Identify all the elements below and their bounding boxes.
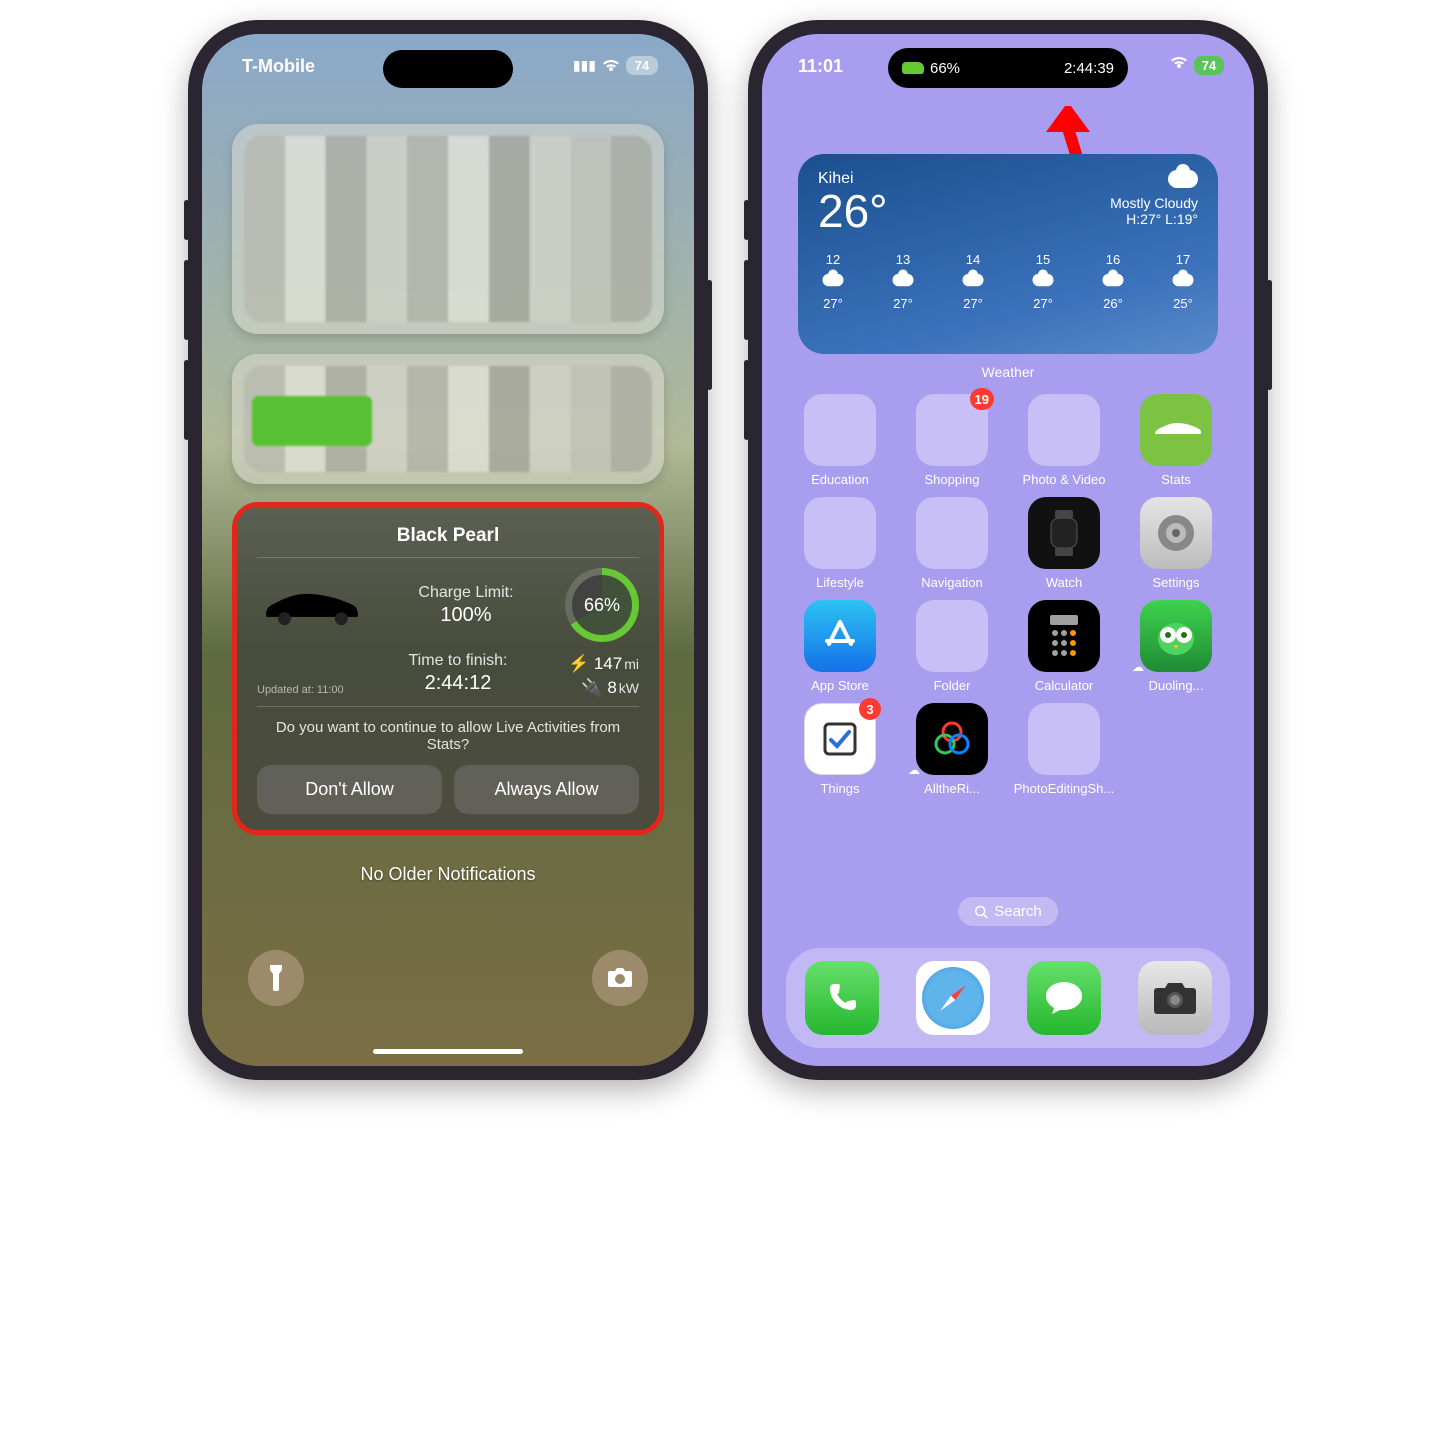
dock bbox=[786, 948, 1230, 1048]
dynamic-island[interactable] bbox=[383, 50, 513, 88]
phone-right: 11:01 66% 2:44:39 74 Kihei 26° Mostly Cl… bbox=[748, 20, 1268, 1080]
app-lifestyle[interactable]: Lifestyle bbox=[788, 497, 892, 590]
app-folder[interactable]: Folder bbox=[900, 600, 1004, 693]
app-grid: Education 19Shopping Photo & Video Stats… bbox=[788, 394, 1228, 796]
app-photoediting[interactable]: PhotoEditingSh... bbox=[1012, 703, 1116, 796]
car-icon bbox=[257, 582, 367, 628]
updated-label: Updated at: 11:00 bbox=[257, 684, 367, 700]
live-activity-title: Black Pearl bbox=[257, 525, 639, 547]
charge-limit-value: 100% bbox=[379, 604, 553, 627]
always-allow-button[interactable]: Always Allow bbox=[454, 765, 639, 814]
cloud-icon bbox=[1168, 170, 1198, 188]
live-activity-question: Do you want to continue to allow Live Ac… bbox=[257, 719, 639, 753]
app-alltherings[interactable]: ☁AlltheRi... bbox=[900, 703, 1004, 796]
app-calculator[interactable]: Calculator bbox=[1012, 600, 1116, 693]
battery-indicator: 74 bbox=[1194, 56, 1224, 75]
weather-condition: Mostly Cloudy bbox=[1110, 195, 1198, 211]
badge: 19 bbox=[970, 388, 994, 410]
charge-progress-ring: 66% bbox=[565, 568, 639, 642]
phone-left: T-Mobile ▮▮▮ 74 Black Pearl Charge Limit… bbox=[188, 20, 708, 1080]
weather-widget-label: Weather bbox=[762, 364, 1254, 380]
car-icon bbox=[902, 62, 924, 74]
cellular-icon: ▮▮▮ bbox=[573, 57, 596, 74]
dock-messages[interactable] bbox=[1027, 961, 1101, 1035]
island-timer: 2:44:39 bbox=[1064, 60, 1114, 77]
clock-label: 11:01 bbox=[798, 56, 843, 77]
charge-limit-label: Charge Limit: bbox=[379, 584, 553, 602]
weather-hourly: 1227°1327°1427°1527°1626°1725° bbox=[818, 252, 1198, 311]
time-to-finish-label: Time to finish: bbox=[379, 652, 537, 670]
app-settings[interactable]: Settings bbox=[1124, 497, 1228, 590]
dont-allow-button[interactable]: Don't Allow bbox=[257, 765, 442, 814]
range-power-stats: ⚡ 147mi 🔌 8kW bbox=[549, 652, 639, 700]
notification-blurred bbox=[232, 354, 664, 484]
app-education[interactable]: Education bbox=[788, 394, 892, 487]
spotlight-search-button[interactable]: Search bbox=[958, 897, 1058, 926]
battery-indicator: 74 bbox=[626, 56, 658, 75]
app-appstore[interactable]: App Store bbox=[788, 600, 892, 693]
dock-phone[interactable] bbox=[805, 961, 879, 1035]
dynamic-island-live[interactable]: 66% 2:44:39 bbox=[888, 48, 1128, 88]
island-percent: 66% bbox=[930, 60, 960, 77]
weather-widget[interactable]: Kihei 26° Mostly Cloudy H:27° L:19° 1227… bbox=[798, 154, 1218, 354]
app-watch[interactable]: Watch bbox=[1012, 497, 1116, 590]
flashlight-button[interactable] bbox=[248, 950, 304, 1006]
app-shopping[interactable]: 19Shopping bbox=[900, 394, 1004, 487]
weather-hilo: H:27° L:19° bbox=[1110, 211, 1198, 227]
status-icons: ▮▮▮ 74 bbox=[573, 56, 658, 75]
dock-safari[interactable] bbox=[916, 961, 990, 1035]
wifi-icon bbox=[1170, 56, 1188, 75]
notification-blurred bbox=[232, 124, 664, 334]
dock-camera[interactable] bbox=[1138, 961, 1212, 1035]
app-things[interactable]: 3Things bbox=[788, 703, 892, 796]
live-activity-card[interactable]: Black Pearl Charge Limit: 100% 66% Updat… bbox=[232, 502, 664, 835]
search-icon bbox=[974, 905, 988, 919]
home-screen[interactable]: 11:01 66% 2:44:39 74 Kihei 26° Mostly Cl… bbox=[762, 34, 1254, 1066]
app-duolingo[interactable]: ☁Duoling... bbox=[1124, 600, 1228, 693]
gear-icon bbox=[1153, 510, 1199, 556]
camera-button[interactable] bbox=[592, 950, 648, 1006]
app-stats[interactable]: Stats bbox=[1124, 394, 1228, 487]
time-to-finish-value: 2:44:12 bbox=[379, 672, 537, 695]
lock-screen: T-Mobile ▮▮▮ 74 Black Pearl Charge Limit… bbox=[202, 34, 694, 1066]
owl-icon bbox=[1151, 611, 1201, 661]
badge: 3 bbox=[859, 698, 881, 720]
no-older-notifications-label: No Older Notifications bbox=[202, 864, 694, 885]
wifi-icon bbox=[602, 59, 620, 73]
weather-temperature: 26° bbox=[818, 188, 888, 234]
carrier-label: T-Mobile bbox=[242, 56, 315, 77]
home-indicator[interactable] bbox=[373, 1049, 523, 1054]
app-photo-video[interactable]: Photo & Video bbox=[1012, 394, 1116, 487]
status-icons: 74 bbox=[1170, 56, 1224, 75]
app-navigation[interactable]: Navigation bbox=[900, 497, 1004, 590]
